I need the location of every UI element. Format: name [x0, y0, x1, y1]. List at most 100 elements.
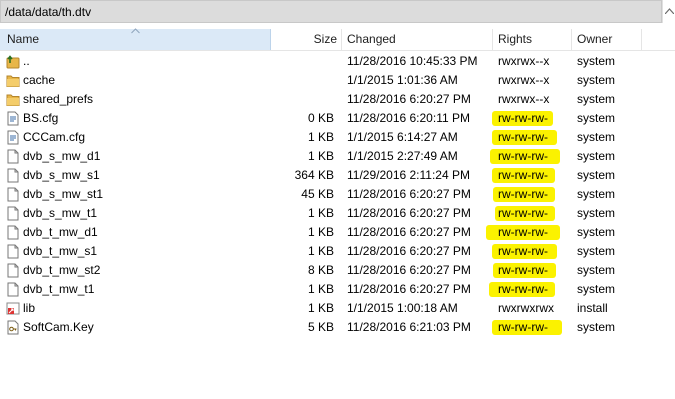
column-name-label: Name [7, 32, 40, 46]
file-owner: system [577, 92, 616, 106]
file-size: 364 KB [294, 168, 334, 182]
file-changed: 11/28/2016 6:20:27 PM [347, 225, 471, 239]
file-rights: rw-rw-rw- [498, 263, 548, 277]
config-file-icon [6, 111, 20, 126]
file-changed: 1/1/2015 1:00:18 AM [347, 301, 458, 315]
file-size: 45 KB [301, 187, 334, 201]
file-owner: system [577, 263, 616, 277]
file-row[interactable]: dvb_t_mw_s1 1 KB 11/28/2016 6:20:27 PM rw-r… [0, 242, 675, 261]
file-name: SoftCam.Key [23, 320, 94, 334]
scroll-up-arrow[interactable] [662, 0, 675, 23]
file-rights: rw-rw-rw- [498, 187, 548, 201]
file-rights: rw-rw-rw- [498, 244, 548, 258]
column-owner-label: Owner [577, 32, 613, 46]
file-owner: system [577, 168, 616, 182]
file-owner: system [577, 225, 616, 239]
file-row[interactable]: BS.cfg 0 KB 11/28/2016 6:20:11 PM rw-rw-rw-… [0, 109, 675, 128]
file-owner: system [577, 54, 616, 68]
file-row[interactable]: dvb_s_mw_t1 1 KB 11/28/2016 6:20:27 PM rw-r… [0, 204, 675, 223]
folder-icon [6, 92, 20, 107]
column-rights-header[interactable]: Rights [493, 29, 572, 50]
file-row[interactable]: CCCam.cfg 1 KB 1/1/2015 6:14:27 AM rw-rw-rw… [0, 128, 675, 147]
file-name: lib [23, 301, 36, 315]
file-row[interactable]: dvb_t_mw_d1 1 KB 11/28/2016 6:20:27 PM rw-r… [0, 223, 675, 242]
config-file-icon [6, 130, 20, 145]
file-row[interactable]: .. 11/28/2016 10:45:33 PM rwxrwx--x system [0, 52, 675, 71]
file-icon [6, 225, 20, 240]
file-rights: rwxrwx--x [498, 73, 550, 87]
file-row[interactable]: dvb_s_mw_d1 1 KB 1/1/2015 2:27:49 AM rw-rw-… [0, 147, 675, 166]
file-name: CCCam.cfg [23, 130, 86, 144]
file-row[interactable]: dvb_t_mw_t1 1 KB 11/28/2016 6:20:27 PM rw-r… [0, 280, 675, 299]
file-rights: rw-rw-rw- [498, 282, 548, 296]
file-changed: 11/28/2016 6:20:27 PM [347, 244, 471, 258]
file-icon [6, 282, 20, 297]
file-size [271, 52, 334, 71]
parent-folder-icon [6, 54, 20, 69]
file-size: 1 KB [307, 225, 334, 239]
column-size-header[interactable]: Size [271, 29, 342, 50]
file-changed: 11/28/2016 6:20:27 PM [347, 263, 471, 277]
file-size: 1 KB [307, 130, 334, 144]
file-owner: system [577, 282, 616, 296]
path-bar[interactable]: /data/data/th.dtv [0, 0, 662, 23]
file-name: dvb_s_mw_t1 [23, 206, 98, 220]
file-name: dvb_t_mw_d1 [23, 225, 98, 239]
file-changed: 11/28/2016 6:20:27 PM [347, 92, 471, 106]
file-changed: 1/1/2015 6:14:27 AM [347, 130, 458, 144]
file-icon [6, 168, 20, 183]
file-changed: 11/28/2016 10:45:33 PM [347, 54, 478, 68]
file-size: 1 KB [307, 244, 334, 258]
file-size: 5 KB [307, 320, 334, 334]
file-name: dvb_t_mw_st2 [23, 263, 101, 277]
file-size: 1 KB [307, 301, 334, 315]
file-changed: 11/28/2016 6:20:27 PM [347, 187, 471, 201]
file-rights: rw-rw-rw- [498, 111, 548, 125]
file-row[interactable]: cache 1/1/2015 1:01:36 AM rwxrwx--x system [0, 71, 675, 90]
file-icon [6, 187, 20, 202]
column-changed-header[interactable]: Changed [342, 29, 493, 50]
file-size: 0 KB [307, 111, 334, 125]
file-row[interactable]: dvb_s_mw_st1 45 KB 11/28/2016 6:20:27 PM rw… [0, 185, 675, 204]
file-name: cache [23, 73, 56, 87]
file-rights: rw-rw-rw- [498, 149, 548, 163]
column-rights-label: Rights [498, 32, 533, 46]
file-rights: rw-rw-rw- [498, 130, 548, 144]
column-name-header[interactable]: Name [0, 28, 271, 50]
file-owner: install [577, 301, 608, 315]
file-changed: 11/28/2016 6:20:11 PM [347, 111, 470, 125]
file-owner: system [577, 149, 616, 163]
file-row[interactable]: dvb_t_mw_st2 8 KB 11/28/2016 6:20:27 PM rw-… [0, 261, 675, 280]
file-owner: system [577, 111, 616, 125]
file-name: BS.cfg [23, 111, 59, 125]
column-owner-header[interactable]: Owner [572, 29, 642, 50]
current-path: /data/data/th.dtv [5, 5, 92, 19]
file-changed: 1/1/2015 2:27:49 AM [347, 149, 458, 163]
file-rights: rwxrwx--x [498, 92, 550, 106]
column-size-label: Size [313, 32, 337, 46]
file-icon [6, 149, 20, 164]
file-size [271, 90, 334, 109]
file-rights: rw-rw-rw- [498, 320, 548, 334]
file-row[interactable]: SoftCam.Key 5 KB 11/28/2016 6:21:03 PM rw-r… [0, 318, 675, 337]
file-icon [6, 244, 20, 259]
file-row[interactable]: shared_prefs 11/28/2016 6:20:27 PM rwxrwx-… [0, 90, 675, 109]
file-row[interactable]: lib 1 KB 1/1/2015 1:00:18 AM rwxrwxrwx insta… [0, 299, 675, 318]
file-rights: rw-rw-rw- [498, 225, 548, 239]
file-changed: 1/1/2015 1:01:36 AM [347, 73, 458, 87]
file-name: dvb_s_mw_d1 [23, 149, 101, 163]
file-rights: rwxrwxrwx [498, 301, 554, 315]
chevron-up-icon [665, 8, 674, 14]
file-size: 1 KB [307, 282, 334, 296]
folder-icon [6, 73, 20, 88]
file-rights: rwxrwx--x [498, 54, 550, 68]
column-header: Name Size Changed Rights Owner [0, 28, 675, 50]
key-file-icon [6, 320, 20, 335]
file-size: 1 KB [307, 149, 334, 163]
file-name: dvb_s_mw_st1 [23, 187, 104, 201]
file-row[interactable]: dvb_s_mw_s1 364 KB 11/29/2016 2:11:24 PM rw… [0, 166, 675, 185]
file-changed: 11/28/2016 6:20:27 PM [347, 282, 471, 296]
file-icon [6, 263, 20, 278]
file-name: dvb_s_mw_s1 [23, 168, 100, 182]
symlink-icon [6, 301, 20, 316]
